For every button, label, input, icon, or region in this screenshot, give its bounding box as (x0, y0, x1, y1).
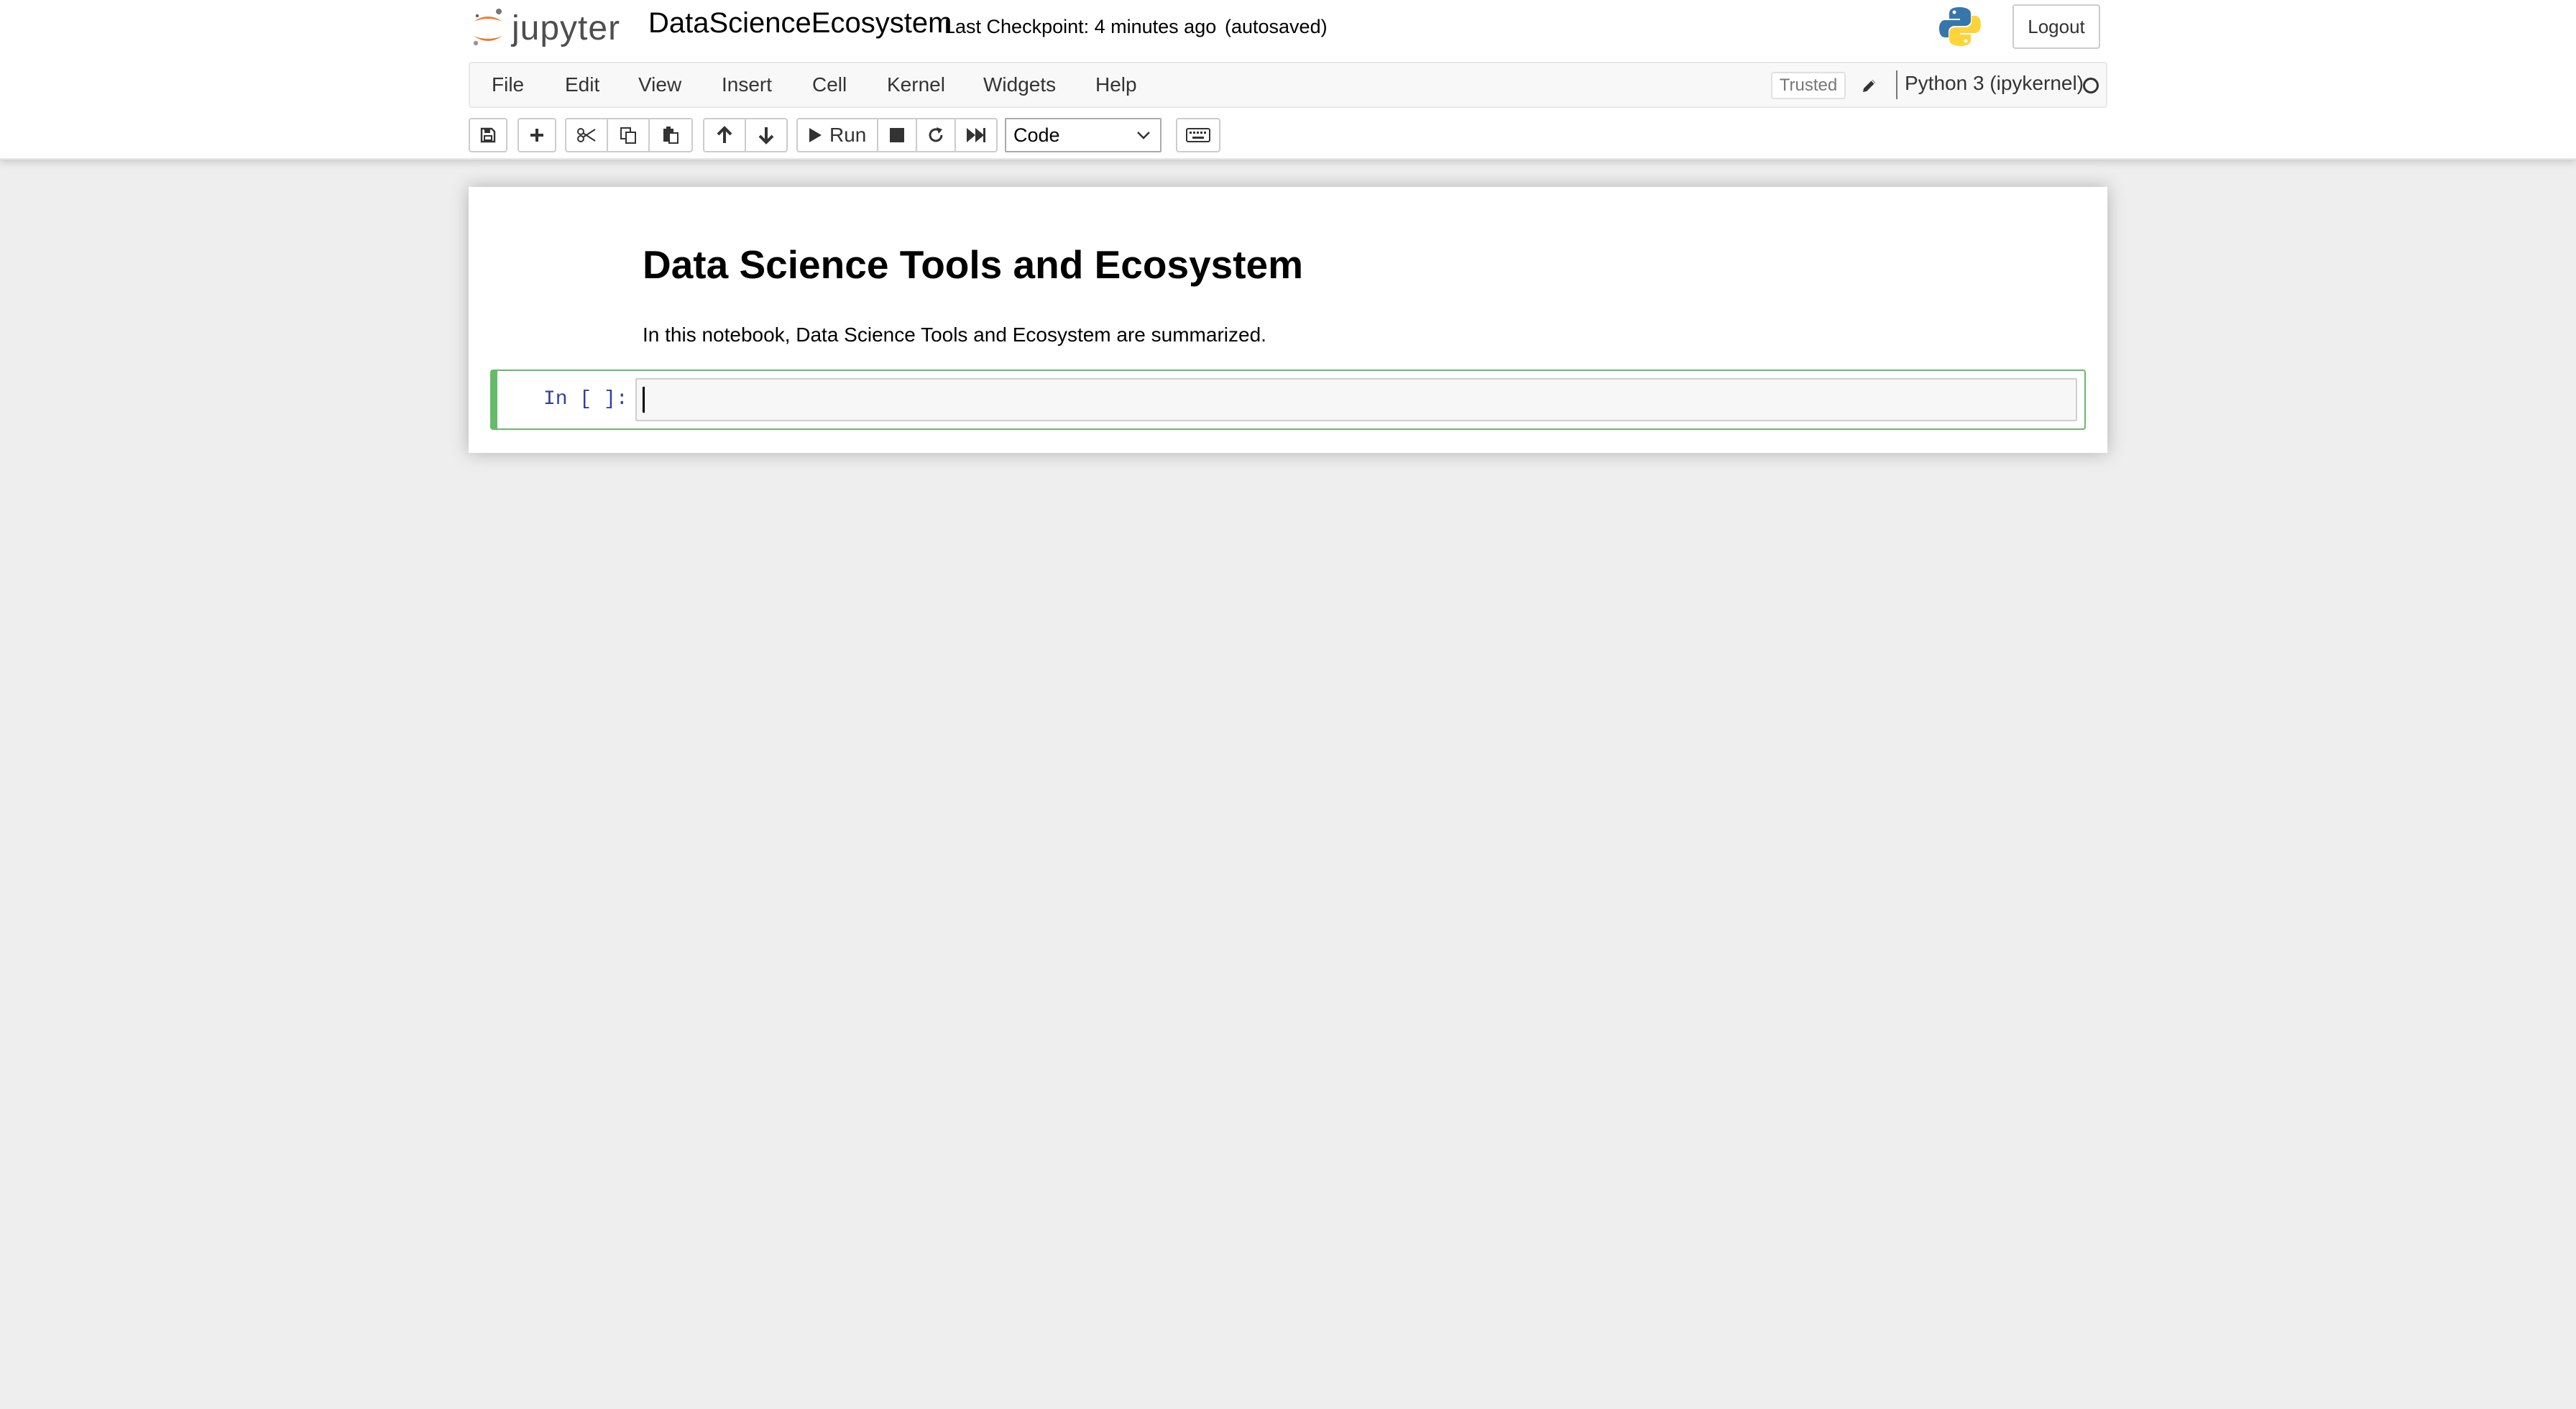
plus-icon (530, 129, 543, 142)
cell-type-select[interactable]: Code (1005, 118, 1162, 152)
cut-button[interactable] (565, 118, 608, 152)
checkpoint-status: Last Checkpoint: 4 minutes ago (944, 16, 1217, 37)
kernel-idle-indicator-icon (2083, 78, 2099, 93)
menu-file[interactable]: File (492, 73, 524, 96)
move-up-button[interactable] (703, 118, 746, 152)
paste-button[interactable] (648, 118, 693, 152)
autosave-status: (autosaved) (1225, 16, 1328, 37)
jupyter-logo-icon (473, 9, 502, 46)
move-down-button[interactable] (745, 118, 788, 152)
markdown-heading[interactable]: Data Science Tools and Ecosystem (643, 242, 1303, 288)
python-logo-icon (1939, 7, 1981, 46)
run-label: Run (829, 124, 867, 146)
arrow-down-icon (758, 127, 774, 144)
restart-icon (929, 127, 943, 142)
fast-forward-icon (967, 128, 985, 142)
menu-insert[interactable]: Insert (722, 73, 772, 96)
pencil-icon[interactable] (1859, 73, 1880, 98)
run-icon (809, 128, 822, 142)
kernel-separator (1896, 70, 1898, 99)
cut-icon (577, 128, 596, 142)
save-button[interactable] (469, 118, 507, 152)
insert-cell-button[interactable] (518, 118, 556, 152)
run-button[interactable]: Run (796, 118, 878, 152)
input-prompt: In [ ]: (543, 388, 628, 410)
menu-edit[interactable]: Edit (565, 73, 599, 96)
menu-help[interactable]: Help (1095, 73, 1137, 96)
copy-button[interactable] (607, 118, 650, 152)
keyboard-icon (1186, 128, 1210, 142)
stop-icon (890, 128, 904, 142)
jupyter-logo[interactable]: jupyter (470, 4, 628, 52)
menu-cell[interactable]: Cell (812, 73, 847, 96)
save-icon (480, 127, 496, 143)
paste-icon (663, 127, 678, 144)
copy-icon (620, 127, 636, 144)
command-palette-button[interactable] (1176, 118, 1220, 152)
menu-widgets[interactable]: Widgets (983, 73, 1056, 96)
header: jupyter DataScienceEcosystem Last Checkp… (0, 0, 2576, 160)
cell-type-value: Code (1013, 124, 1060, 146)
notebook-title[interactable]: DataScienceEcosystem (648, 7, 952, 40)
trusted-badge[interactable]: Trusted (1771, 72, 1846, 99)
kernel-name[interactable]: Python 3 (ipykernel) (1905, 72, 2084, 95)
arrow-up-icon (717, 126, 732, 143)
text-cursor (643, 387, 645, 413)
restart-button[interactable] (916, 118, 956, 152)
interrupt-button[interactable] (877, 118, 917, 152)
code-input[interactable] (635, 378, 2077, 421)
jupyter-logo-text: jupyter (512, 9, 621, 47)
restart-run-all-button[interactable] (954, 118, 998, 152)
markdown-paragraph[interactable]: In this notebook, Data Science Tools and… (643, 323, 1266, 346)
menu-view[interactable]: View (638, 73, 681, 96)
logout-button[interactable]: Logout (2012, 4, 2100, 49)
chevron-down-icon (1137, 132, 1150, 139)
menu-kernel[interactable]: Kernel (887, 73, 945, 96)
